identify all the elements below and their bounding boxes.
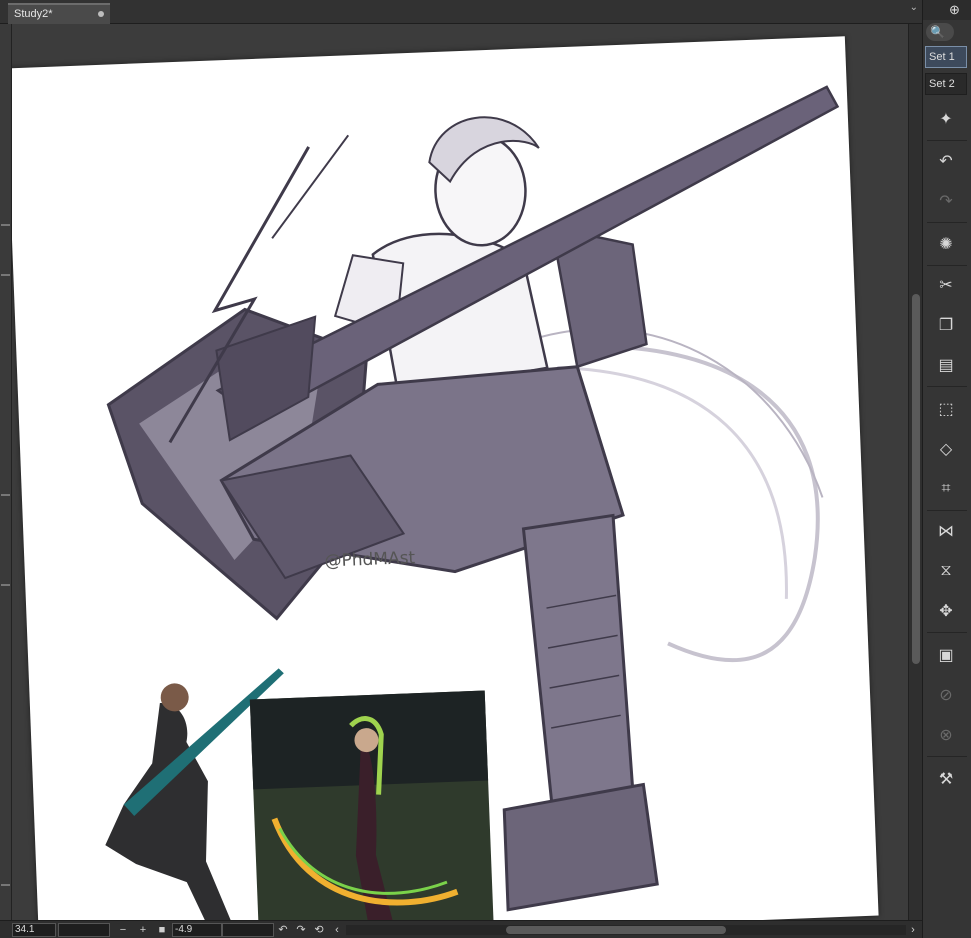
set-2-label: Set 2	[929, 78, 955, 90]
flip-vertical-icon[interactable]: ⧖	[933, 558, 959, 584]
unsaved-dot-icon	[98, 11, 104, 17]
transform-icon[interactable]: ⬚	[933, 396, 959, 422]
zoom-out-icon[interactable]: −	[116, 922, 130, 938]
document-tab-bar: Study2* ⌄	[0, 0, 922, 24]
new-icon[interactable]: ✦	[933, 106, 959, 132]
reset-rotation-icon[interactable]: ⟲	[312, 922, 326, 938]
panel-grip[interactable]	[1, 494, 10, 496]
unlink-icon[interactable]: ⊗	[933, 722, 959, 748]
vertical-scrollbar[interactable]	[908, 24, 922, 920]
undo-icon[interactable]: ↶	[933, 148, 959, 174]
document-tab-title: Study2*	[14, 8, 53, 20]
rotation-field[interactable]: -4.9	[172, 923, 222, 937]
chevron-down-icon[interactable]: ⌄	[910, 2, 918, 13]
artist-watermark: @PhdMAst	[324, 548, 416, 572]
rotation-slider[interactable]	[222, 923, 274, 937]
document-tab[interactable]: Study2*	[8, 3, 110, 24]
panel-grip[interactable]	[1, 274, 10, 276]
redo-icon[interactable]: ↷	[933, 188, 959, 214]
loading-icon[interactable]: ✺	[933, 231, 959, 257]
set-1-label: Set 1	[929, 51, 955, 63]
paste-icon[interactable]: ▤	[933, 352, 959, 378]
panel-grip[interactable]	[1, 884, 10, 886]
set-1-button[interactable]: Set 1	[925, 46, 967, 68]
palette-header: ⊕	[923, 0, 971, 20]
zoom-slider[interactable]	[58, 923, 110, 937]
canvas-paper[interactable]: @PhdMAst	[12, 36, 879, 920]
flip-horizontal-icon[interactable]: ⋈	[933, 518, 959, 544]
zoom-value: 34.1	[15, 924, 35, 935]
panel-grip[interactable]	[1, 224, 10, 226]
divider	[927, 510, 967, 511]
cut-icon[interactable]: ✂	[933, 272, 959, 298]
divider	[927, 386, 967, 387]
vertical-scroll-thumb[interactable]	[912, 294, 920, 664]
scroll-left-icon[interactable]: ‹	[330, 922, 344, 938]
divider	[927, 222, 967, 223]
copy-icon[interactable]: ❐	[933, 312, 959, 338]
zoom-in-icon[interactable]: +	[136, 922, 150, 938]
artwork-sketch	[58, 85, 840, 920]
set-2-button[interactable]: Set 2	[925, 73, 967, 95]
layer-settings-icon[interactable]: ▣	[933, 642, 959, 668]
free-transform-icon[interactable]: ◇	[933, 436, 959, 462]
zoom-icon[interactable]: 🔍	[926, 23, 954, 41]
status-bar: 34.1 − + ■ -4.9 ↶ ↷ ⟲ ‹ ›	[0, 920, 922, 938]
divider	[927, 265, 967, 266]
panel-grip[interactable]	[1, 584, 10, 586]
fit-icon[interactable]: ■	[155, 922, 169, 938]
command-bar: ⊕ 🔍 Set 1 Set 2 ✦ ↶ ↷ ✺ ✂ ❐ ▤ ⬚ ◇ ⌗ ⋈ ⧖ …	[922, 0, 971, 938]
divider	[927, 140, 967, 141]
navigator-icon[interactable]: ⊕	[949, 2, 960, 18]
link-icon[interactable]: ⊘	[933, 682, 959, 708]
zoom-field[interactable]: 34.1	[12, 923, 56, 937]
mesh-transform-icon[interactable]: ⌗	[933, 476, 959, 502]
horizontal-scrollbar[interactable]	[346, 925, 906, 935]
left-panel-edge	[0, 24, 12, 920]
move-icon[interactable]: ✥	[933, 598, 959, 624]
divider	[927, 756, 967, 757]
settings-wrench-icon[interactable]: ⚒	[933, 766, 959, 792]
rotation-value: -4.9	[175, 924, 193, 935]
divider	[927, 632, 967, 633]
rotate-right-icon[interactable]: ↷	[294, 922, 308, 938]
canvas-area[interactable]: @PhdMAst	[12, 24, 908, 920]
rotate-left-icon[interactable]: ↶	[276, 922, 290, 938]
horizontal-scroll-thumb[interactable]	[506, 926, 726, 934]
scroll-right-icon[interactable]: ›	[906, 922, 920, 938]
